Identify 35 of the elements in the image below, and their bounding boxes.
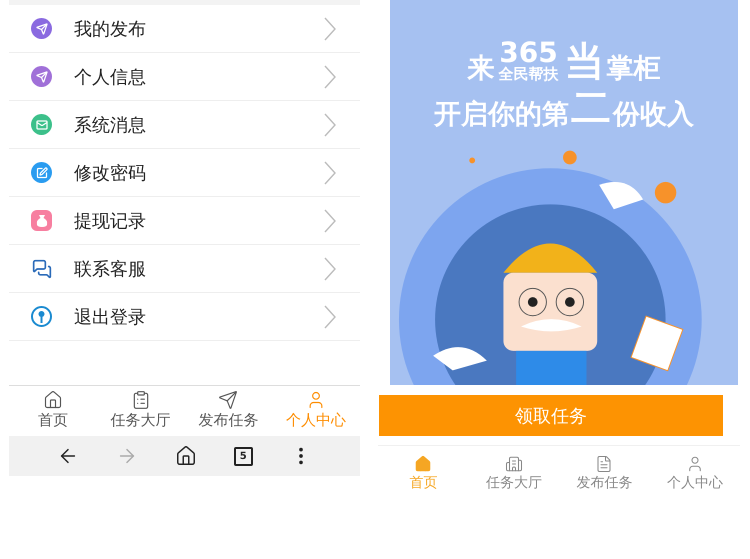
banner-headline-text: 掌柜	[606, 55, 660, 82]
home-icon	[42, 390, 63, 410]
banner-headline-text: 来	[468, 55, 494, 82]
building-icon	[504, 455, 523, 473]
paper-plane-icon	[218, 390, 238, 410]
menu-item[interactable]: 我的发布	[9, 5, 360, 53]
banner-headline-text: 份收入	[613, 100, 694, 128]
tab-bar-item[interactable]: 个人中心	[650, 446, 740, 501]
chevron-right-icon	[324, 256, 336, 280]
menu-item[interactable]: 提现记录	[9, 197, 360, 245]
menu-item[interactable]: 修改密码	[9, 149, 360, 197]
banner-headline-text: 开启你的第	[434, 100, 569, 128]
tab-bar-item[interactable]: 发布任务	[184, 386, 272, 434]
chevron-right-icon	[324, 304, 336, 328]
document-icon	[595, 455, 614, 473]
chevron-right-icon	[324, 64, 336, 88]
chevron-right-icon	[324, 208, 336, 232]
home-icon[interactable]	[174, 445, 197, 467]
banner-headline-text: 二	[571, 88, 611, 128]
chevron-right-icon	[324, 160, 336, 184]
home-icon	[414, 455, 432, 473]
tab-count-button[interactable]: 5	[234, 446, 253, 466]
tab-bar-item[interactable]: 任务大厅	[96, 386, 184, 434]
tab-bar-item[interactable]: 任务大厅	[468, 446, 559, 501]
menu-item[interactable]: 个人信息	[9, 53, 360, 101]
tab-bar-item[interactable]: 首页	[9, 386, 97, 434]
menu-item[interactable]: 系统消息	[9, 101, 360, 149]
chevron-right-icon	[324, 16, 336, 40]
banner-subtitle-text: 全民帮扶	[498, 67, 558, 82]
tab-bar-item[interactable]: 发布任务	[559, 446, 650, 501]
banner-number-text: 365	[499, 39, 558, 68]
menu-item[interactable]: 退出登录	[9, 293, 360, 341]
menu-item[interactable]: 联系客服	[9, 245, 360, 293]
chevron-right-icon	[324, 112, 336, 136]
banner-headline-text: 当	[564, 42, 604, 82]
